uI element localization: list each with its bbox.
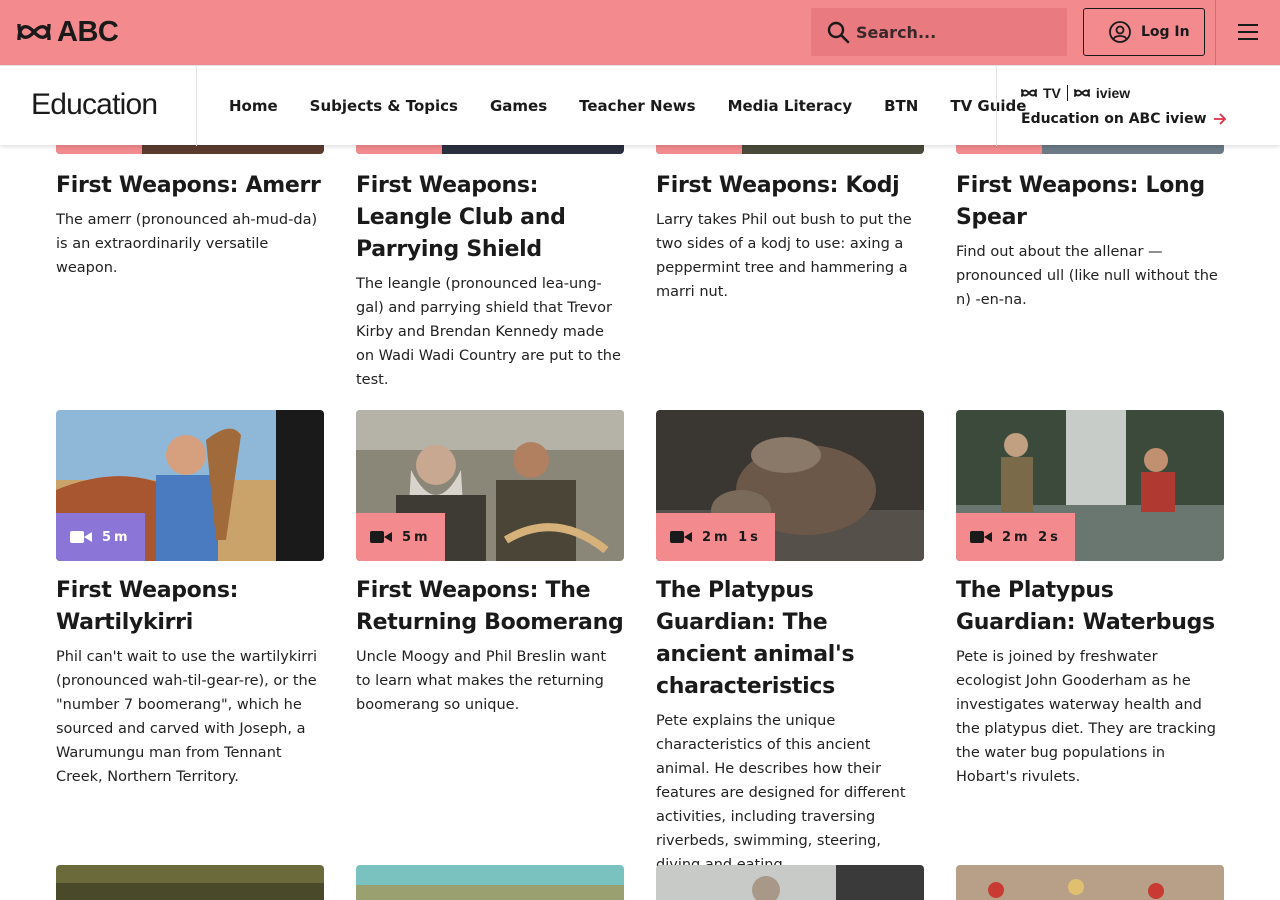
card-title[interactable]: First Weapons: The Returning Boomerang bbox=[356, 575, 624, 639]
video-card[interactable]: 2m 1s The Platypus Guardian: The ancient… bbox=[656, 410, 924, 877]
card-thumbnail[interactable]: 5m bbox=[356, 410, 624, 561]
video-card[interactable]: First Weapons: Kodj Larry takes Phil out… bbox=[656, 156, 924, 304]
card-description: Find out about the allenar — pronounced … bbox=[956, 244, 1218, 308]
card-thumbnail[interactable] bbox=[56, 865, 324, 900]
duration-label: 2m 1s bbox=[702, 529, 761, 545]
thumbnail-image bbox=[56, 865, 324, 900]
nav-divider-right bbox=[996, 66, 997, 146]
top-header: ABC Log In bbox=[0, 0, 1280, 65]
login-label: Log In bbox=[1141, 24, 1190, 40]
video-camera-icon bbox=[370, 531, 392, 543]
nav-link-media-literacy[interactable]: Media Literacy bbox=[728, 97, 853, 115]
nav-link-btn[interactable]: BTN bbox=[884, 97, 918, 115]
card-description: Phil can't wait to use the wartilykirri … bbox=[56, 649, 317, 785]
card-description: The amerr (pronounced ah-mud-da) is an e… bbox=[56, 212, 318, 276]
card-title[interactable]: The Platypus Guardian: Waterbugs bbox=[956, 575, 1224, 639]
card-description: Pete explains the unique characteristics… bbox=[656, 713, 906, 873]
iview-label: iview bbox=[1095, 85, 1131, 101]
search-box[interactable] bbox=[811, 8, 1067, 56]
search-icon bbox=[827, 21, 850, 44]
duration-badge: 5m bbox=[356, 513, 445, 561]
arrow-right-icon bbox=[1213, 113, 1226, 125]
card-description: The leangle (pronounced lea-ung-gal) and… bbox=[356, 276, 621, 388]
card-title[interactable]: First Weapons: Amerr bbox=[56, 170, 324, 202]
card-thumbnail[interactable]: 5m bbox=[56, 410, 324, 561]
duration-label: 2m 2s bbox=[1002, 529, 1061, 545]
card-thumbnail[interactable] bbox=[956, 865, 1224, 900]
card-title[interactable]: First Weapons: Kodj bbox=[656, 170, 924, 202]
thumbnail-image bbox=[356, 865, 624, 900]
video-camera-icon bbox=[70, 531, 92, 543]
nav-link-home[interactable]: Home bbox=[229, 97, 278, 115]
card-description: Uncle Moogy and Phil Breslin want to lea… bbox=[356, 649, 607, 713]
video-card[interactable]: 5m First Weapons: Wartilykirri Phil can'… bbox=[56, 410, 324, 789]
user-icon bbox=[1109, 21, 1131, 43]
video-camera-icon bbox=[670, 531, 692, 543]
nav-link-games[interactable]: Games bbox=[490, 97, 547, 115]
duration-badge: 2m 2s bbox=[956, 513, 1075, 561]
card-title[interactable]: First Weapons: Long Spear bbox=[956, 170, 1224, 234]
video-camera-icon bbox=[970, 531, 992, 543]
card-thumbnail[interactable]: 2m 2s bbox=[956, 410, 1224, 561]
abc-tv-logo-icon bbox=[1021, 89, 1037, 97]
duration-badge bbox=[56, 144, 142, 154]
video-card[interactable]: First Weapons: Long Spear Find out about… bbox=[956, 156, 1224, 312]
logo-text: ABC bbox=[57, 16, 119, 48]
nav-link-tv-guide[interactable]: TV Guide bbox=[950, 97, 1026, 115]
iview-link-label: Education on ABC iview bbox=[1021, 111, 1207, 127]
section-brand[interactable]: Education bbox=[31, 88, 158, 122]
abc-lissajous-icon bbox=[17, 23, 51, 41]
page: ABC Log In Education bbox=[0, 0, 1280, 900]
section-nav: Education Home Subjects & Topics Games T… bbox=[0, 65, 1280, 146]
video-card[interactable]: 2m 2s The Platypus Guardian: Waterbugs P… bbox=[956, 410, 1224, 789]
abc-logo[interactable]: ABC bbox=[17, 16, 119, 48]
logo-divider bbox=[1066, 85, 1068, 101]
duration-label: 5m bbox=[102, 529, 131, 545]
nav-link-subjects[interactable]: Subjects & Topics bbox=[310, 97, 458, 115]
card-thumbnail[interactable] bbox=[356, 865, 624, 900]
card-description: Larry takes Phil out bush to put the two… bbox=[656, 212, 912, 300]
video-card[interactable]: First Weapons: Leangle Club and Parrying… bbox=[356, 156, 624, 392]
nav-links: Home Subjects & Topics Games Teacher New… bbox=[229, 66, 1058, 146]
search-input[interactable] bbox=[856, 22, 1056, 42]
nav-link-teacher-news[interactable]: Teacher News bbox=[579, 97, 695, 115]
thumbnail-image bbox=[656, 865, 924, 900]
nav-divider bbox=[196, 66, 197, 146]
hamburger-menu-icon[interactable] bbox=[1238, 22, 1258, 42]
card-description: Pete is joined by freshwater ecologist J… bbox=[956, 649, 1216, 785]
duration-badge: 2m 1s bbox=[656, 513, 775, 561]
login-button[interactable]: Log In bbox=[1083, 8, 1205, 56]
card-title[interactable]: First Weapons: Leangle Club and Parrying… bbox=[356, 170, 624, 266]
duration-label: 5m bbox=[402, 529, 431, 545]
card-title[interactable]: The Platypus Guardian: The ancient anima… bbox=[656, 575, 924, 703]
abc-tv-iview-logos[interactable]: TV iview bbox=[1021, 85, 1130, 101]
header-divider bbox=[1215, 0, 1216, 65]
video-card[interactable]: First Weapons: Amerr The amerr (pronounc… bbox=[56, 156, 324, 280]
abc-tv-label: TV bbox=[1043, 85, 1061, 101]
card-title[interactable]: First Weapons: Wartilykirri bbox=[56, 575, 324, 639]
duration-badge: 5m bbox=[56, 513, 145, 561]
abc-iview-logo-icon bbox=[1073, 89, 1090, 97]
video-card[interactable]: 5m First Weapons: The Returning Boomeran… bbox=[356, 410, 624, 717]
card-thumbnail[interactable]: 2m 1s bbox=[656, 410, 924, 561]
thumbnail-image bbox=[956, 865, 1224, 900]
card-thumbnail[interactable] bbox=[656, 865, 924, 900]
education-iview-link[interactable]: Education on ABC iview bbox=[1021, 111, 1227, 127]
